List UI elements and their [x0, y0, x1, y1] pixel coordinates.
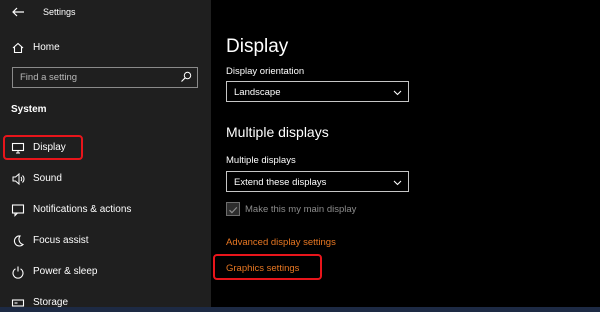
multiple-displays-dropdown[interactable]: Extend these displays [226, 171, 409, 192]
sidebar-item-focus-assist[interactable]: Focus assist [0, 227, 211, 255]
search-input[interactable] [13, 68, 173, 87]
sidebar-item-notifications[interactable]: Notifications & actions [0, 196, 211, 224]
graphics-highlight-box [213, 254, 322, 280]
page-title: Display [226, 36, 289, 57]
bottom-strip [0, 307, 600, 312]
sidebar-item-label: Notifications & actions [33, 204, 132, 215]
multiple-displays-heading: Multiple displays [226, 124, 329, 140]
sidebar-item-label: Home [33, 42, 60, 53]
sidebar-item-label: Power & sleep [33, 266, 98, 277]
sidebar-item-label: Focus assist [33, 235, 89, 246]
search-box[interactable] [12, 67, 198, 88]
sidebar-item-label: Sound [33, 173, 62, 184]
checkmark-icon [229, 206, 238, 214]
search-icon[interactable] [180, 71, 192, 83]
advanced-display-settings-link[interactable]: Advanced display settings [226, 237, 336, 248]
display-highlight-box [3, 135, 83, 160]
sidebar-item-sound[interactable]: Sound [0, 165, 211, 193]
power-icon [12, 266, 24, 279]
home-icon [12, 42, 24, 54]
back-arrow-icon[interactable] [10, 4, 26, 20]
speaker-icon [12, 172, 25, 186]
orientation-label: Display orientation [226, 66, 305, 77]
multiple-displays-label: Multiple displays [226, 155, 296, 166]
sidebar-item-home[interactable]: Home [0, 34, 211, 62]
title-bar: Settings [0, 0, 211, 26]
multiple-displays-value: Extend these displays [234, 177, 327, 188]
orientation-dropdown[interactable]: Landscape [226, 81, 409, 102]
section-header: System [11, 104, 47, 115]
chevron-down-icon [393, 180, 402, 186]
main-display-checkbox[interactable] [226, 202, 240, 216]
notifications-icon [11, 204, 25, 217]
app-title: Settings [43, 7, 76, 17]
main-display-checkbox-label: Make this my main display [245, 204, 357, 215]
moon-icon [13, 235, 25, 247]
chevron-down-icon [393, 90, 402, 96]
sidebar-item-power-sleep[interactable]: Power & sleep [0, 258, 211, 286]
orientation-value: Landscape [234, 87, 281, 98]
